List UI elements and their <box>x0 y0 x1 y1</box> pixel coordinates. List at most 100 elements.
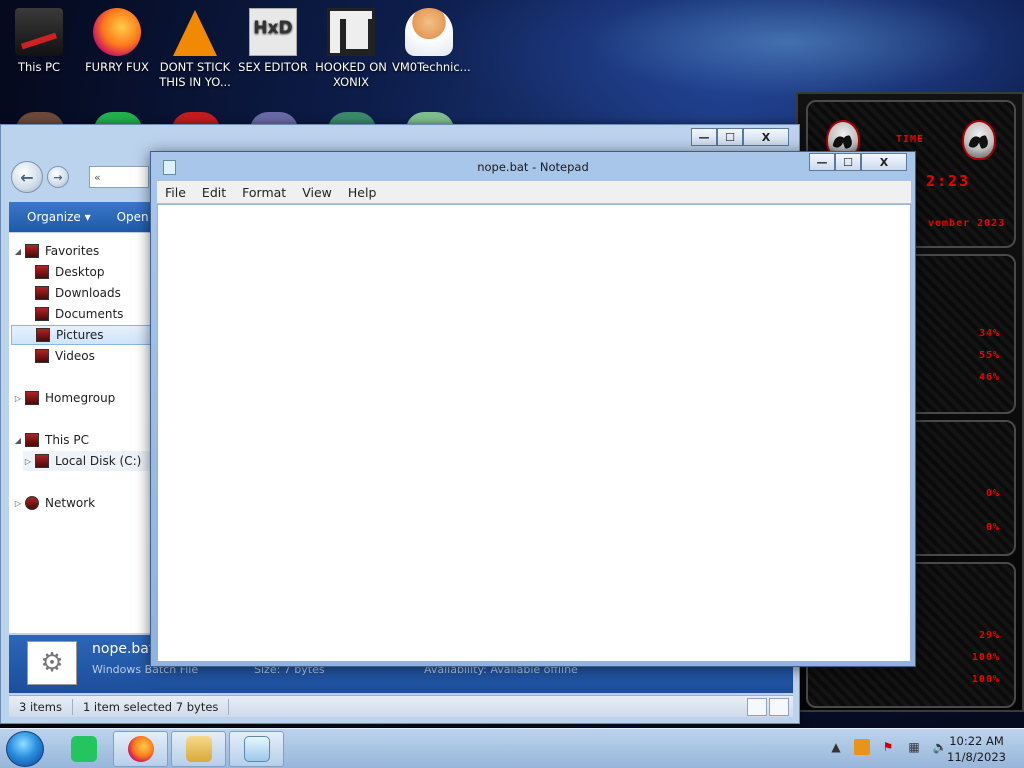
network-status-icon[interactable]: ▦ <box>906 739 922 755</box>
minimize-button[interactable]: — <box>809 153 835 171</box>
videos-folder-icon <box>35 349 49 363</box>
batch-file-icon: ⚙ <box>27 641 77 685</box>
maximize-button[interactable]: ☐ <box>835 153 861 171</box>
nav-item-documents[interactable]: Documents <box>33 304 123 324</box>
maximize-button[interactable]: ☐ <box>717 128 743 146</box>
nav-item-this-pc[interactable]: ◢ This PC <box>13 430 89 450</box>
nav-item-downloads[interactable]: Downloads <box>33 283 121 303</box>
desktop-icon-vlc[interactable]: DONT STICK THIS IN YO... <box>158 8 232 90</box>
desktop-icon-hex-editor[interactable]: SEX EDITOR <box>236 8 310 75</box>
desktop-icon-label: VM0Technic... <box>392 60 471 74</box>
text-editor-area[interactable] <box>157 204 911 662</box>
disk-value: 0% <box>985 522 1000 533</box>
explorer-window-controls: — ☐ X <box>691 128 789 146</box>
open-button[interactable]: Open <box>117 210 149 224</box>
desktop-icon-this-pc[interactable]: This PC <box>2 8 76 75</box>
notepad-window[interactable]: nope.bat - Notepad — ☐ X File Edit Forma… <box>150 151 916 667</box>
chat-app-icon <box>70 736 97 762</box>
window-title: nope.bat - Notepad <box>477 160 589 174</box>
nav-item-label: Network <box>45 496 96 510</box>
computer-icon <box>25 433 39 447</box>
nav-item-videos[interactable]: Videos <box>33 346 95 366</box>
alien-head-icon <box>962 120 996 160</box>
desktop-icon-label: This PC <box>17 60 61 74</box>
nav-item-local-disk[interactable]: ▷ Local Disk (C:) <box>23 451 157 471</box>
close-button[interactable]: X <box>743 128 789 146</box>
clock-date: 11/8/2023 <box>947 750 1006 764</box>
desktop-icon-label: SEX EDITOR <box>238 60 308 74</box>
start-button[interactable] <box>6 731 44 767</box>
nav-item-network[interactable]: ▷ Network <box>13 493 95 513</box>
desktop-icon-label: FURRY FUX <box>85 60 149 74</box>
gadget-date: vember 2023 <box>928 218 1006 229</box>
expand-arrow-icon[interactable]: ◢ <box>13 247 23 256</box>
explorer-navigation: ← → « <box>11 161 149 193</box>
expand-arrow-icon[interactable]: ◢ <box>13 436 23 445</box>
menu-bar: File Edit Format View Help <box>157 181 911 203</box>
firefox-icon <box>93 8 141 56</box>
taskbar-app-notepad[interactable] <box>229 731 284 767</box>
notepad-icon <box>243 736 270 762</box>
status-selection: 1 item selected 7 bytes <box>73 698 230 715</box>
system-tray: ▲ ⚑ ▦ 🔈 <box>818 739 948 755</box>
taskbar-clock[interactable]: 10:22 AM 11/8/2023 <box>947 733 1006 765</box>
expand-arrow-icon[interactable]: ▷ <box>23 457 33 466</box>
nav-item-pictures[interactable]: Pictures <box>11 325 153 345</box>
address-text: « <box>94 170 101 184</box>
arrow-left-icon: ← <box>20 167 34 187</box>
expand-arrow-icon[interactable]: ▷ <box>13 499 23 508</box>
disk-value: 0% <box>985 488 1000 499</box>
nav-item-label: Videos <box>55 349 95 363</box>
desktop-folder-icon <box>35 265 49 279</box>
drive-icon <box>35 454 49 468</box>
show-hidden-icons-icon[interactable]: ▲ <box>828 739 844 755</box>
details-view-button[interactable] <box>747 698 767 716</box>
status-item-count: 3 items <box>9 698 73 715</box>
close-button[interactable]: X <box>861 153 907 171</box>
game-icon <box>327 8 375 56</box>
firefox-icon <box>127 736 154 762</box>
organize-button[interactable]: Organize ▾ <box>27 210 91 224</box>
nav-item-favorites[interactable]: ◢ Favorites <box>13 241 99 261</box>
menu-view[interactable]: View <box>302 185 332 200</box>
nav-item-label: Local Disk (C:) <box>55 454 142 468</box>
menu-format[interactable]: Format <box>242 185 286 200</box>
taskbar-app-firefox[interactable] <box>113 731 168 767</box>
forward-button[interactable]: → <box>47 166 69 188</box>
star-icon <box>25 244 39 258</box>
nav-item-label: Favorites <box>45 244 100 258</box>
documents-folder-icon <box>35 307 49 321</box>
volume-icon[interactable]: 🔈 <box>932 739 948 755</box>
notepad-textarea[interactable] <box>158 205 910 661</box>
net-value: 29% <box>978 630 1000 641</box>
hex-editor-icon <box>249 8 297 56</box>
action-center-flag-icon[interactable]: ⚑ <box>880 739 896 755</box>
address-bar[interactable]: « <box>89 166 149 188</box>
menu-file[interactable]: File <box>165 185 186 200</box>
minimize-button[interactable]: — <box>691 128 717 146</box>
nav-item-desktop[interactable]: Desktop <box>33 262 105 282</box>
nav-item-label: Desktop <box>55 265 105 279</box>
menu-help[interactable]: Help <box>348 185 377 200</box>
preview-view-button[interactable] <box>769 698 789 716</box>
desktop-icon-label: DONT STICK THIS IN YO... <box>159 60 231 89</box>
arrow-right-icon: → <box>53 170 63 184</box>
desktop-icon-xonix[interactable]: HOOKED ON XONIX <box>314 8 388 90</box>
traffic-cone-icon <box>173 10 217 56</box>
homegroup-icon <box>25 391 39 405</box>
nav-item-label: Pictures <box>56 328 104 342</box>
desktop-icon-firefox[interactable]: FURRY FUX <box>80 8 154 75</box>
expand-arrow-icon[interactable]: ▷ <box>13 394 23 403</box>
desktop-icon-vm-technician[interactable]: VM0Technic... <box>392 8 471 75</box>
net-value: 100% <box>971 674 1000 685</box>
nav-item-label: Documents <box>55 307 124 321</box>
nav-item-homegroup[interactable]: ▷ Homegroup <box>13 388 115 408</box>
notepad-window-controls: — ☐ X <box>809 153 907 171</box>
app-tray-icon[interactable] <box>854 739 870 755</box>
taskbar-app-explorer[interactable] <box>171 731 226 767</box>
cpu-value: 46% <box>978 372 1000 383</box>
computer-icon <box>15 8 63 56</box>
menu-edit[interactable]: Edit <box>202 185 226 200</box>
taskbar-app-chat[interactable] <box>56 731 111 767</box>
back-button[interactable]: ← <box>11 161 43 193</box>
